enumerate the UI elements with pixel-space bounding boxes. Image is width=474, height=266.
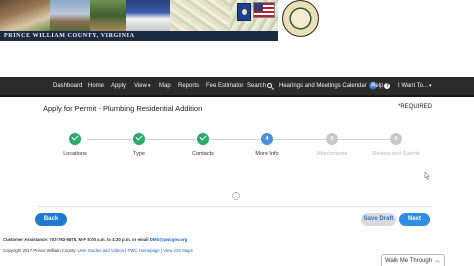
walk-me-through-button[interactable]: Walk Me Through ︿ [381,254,445,266]
step-review-submit: 6 Review and Submit [364,126,428,162]
step-contacts[interactable]: Contacts [171,126,235,162]
customer-assistance-text: Customer Assistance: 703-792-6875, M-F 8… [3,237,187,242]
banner-map-image [170,0,230,31]
gis-maps-link[interactable]: View GIS Maps [163,248,193,253]
search-icon [267,83,273,88]
page-title: Apply for Permit - Plumbing Residential … [43,104,203,113]
chevron-up-icon: ︿ [434,258,440,264]
banner-photo-landscape [50,0,90,31]
check-icon [69,133,81,145]
step-number: 4 [261,133,273,145]
caret-down-icon: ▾ [147,83,151,89]
loading-spinner-icon [232,192,240,200]
nav-dashboard[interactable]: Dashboard [53,77,82,95]
step-number: 5 [326,133,338,145]
user-guides-link[interactable]: User Guides and Videos [77,248,124,253]
banner-photo-building [126,0,170,31]
nav-help-label: Help [371,83,384,89]
nav-search[interactable]: Search [247,77,273,95]
nav-map[interactable]: Map [159,77,171,95]
virginia-flag-icon [237,3,251,21]
back-button[interactable]: Back [35,213,67,226]
banner-photo-trees [90,0,126,31]
county-seal-logo[interactable] [282,0,319,37]
county-name: PRINCE WILLIAM COUNTY, VIRGINIA [4,33,135,39]
us-flag-icon [253,2,275,18]
step-label: Review and Submit [372,151,420,157]
assistance-prefix: Customer Assistance: 703-792-6875, M-F 8… [3,237,150,242]
nav-fee-estimator[interactable]: Fee Estimator [206,77,243,95]
nav-i-want-to[interactable]: I Want To...▾ [398,77,432,95]
step-more-info[interactable]: 4 More Info [235,126,299,162]
step-attachments: 5 Attachments [300,126,364,162]
nav-home[interactable]: Home [88,77,104,95]
nav-help[interactable]: Help? [371,77,391,95]
check-icon [133,133,145,145]
banner-photo-historic [0,0,50,31]
step-type[interactable]: Type [107,126,171,162]
save-draft-button[interactable]: Save Draft [361,213,396,226]
main-nav: Dashboard Home Apply View▾ Map Reports F… [0,77,474,97]
mouse-cursor-icon [424,172,430,180]
step-label: Attachments [316,151,348,157]
next-button[interactable]: Next [399,213,430,226]
nav-search-label: Search [247,83,267,89]
nav-i-want-to-label: I Want To... [398,83,429,89]
step-locations[interactable]: Locations [43,126,107,162]
walk-me-through-label: Walk Me Through [385,258,433,264]
required-note: *REQUIRED [397,104,432,110]
step-label: Type [133,151,145,157]
nav-hearings-label: Hearings and Meetings Calendar [279,83,367,89]
wizard-stepper: Locations Type Contacts 4 More Info 5 At… [43,126,433,162]
nav-view[interactable]: View▾ [134,77,150,95]
step-label: More Info [255,151,279,157]
pwc-homepage-link[interactable]: PWC Homepage [127,248,159,253]
step-label: Contacts [192,151,214,157]
caret-down-icon: ▾ [429,83,432,89]
site-banner: PRINCE WILLIAM COUNTY, VIRGINIA [0,0,474,41]
help-icon: ? [384,83,391,89]
actions-divider [38,206,432,207]
banner-photo-strip [0,0,278,31]
copyright-line: Copyright 2017 Prince William County. Us… [3,248,193,253]
copyright-text: Copyright 2017 Prince William County. [3,248,78,253]
email-link[interactable]: DMS@pwcgov.org [150,237,188,242]
step-label: Locations [63,151,87,157]
check-icon [197,133,209,145]
nav-reports[interactable]: Reports [178,77,199,95]
nav-hearings-calendar[interactable]: Hearings and Meetings Calendar 0 [279,77,377,95]
nav-apply[interactable]: Apply [111,77,126,95]
step-number: 6 [390,133,402,145]
nav-view-label: View [134,83,147,89]
